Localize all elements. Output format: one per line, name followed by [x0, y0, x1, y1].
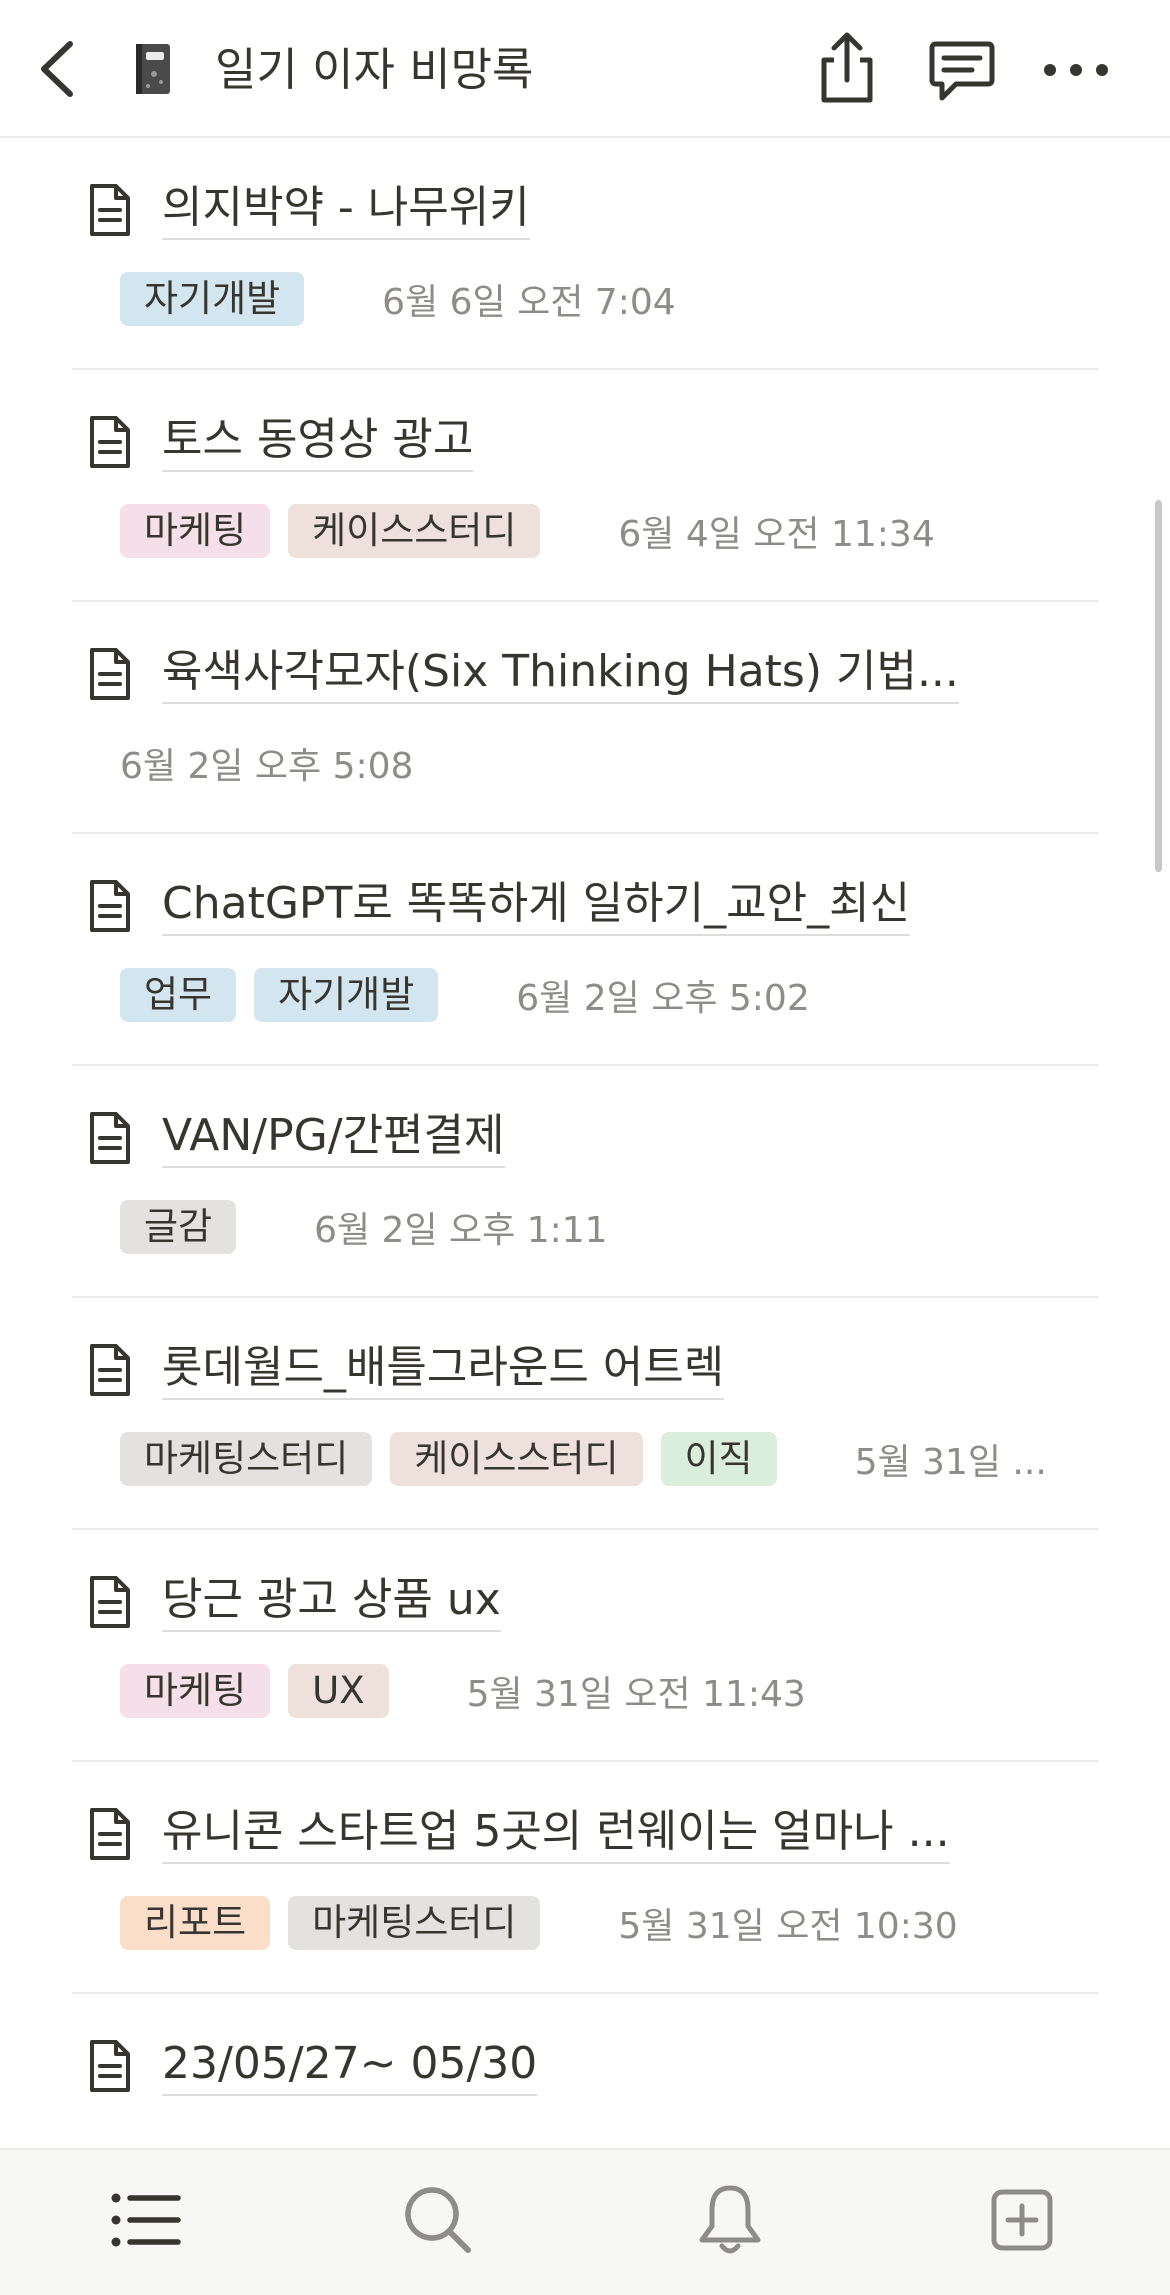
list-item[interactable]: 토스 동영상 광고마케팅 케이스스터디 6월 4일 오전 11:34 — [72, 370, 1098, 602]
document-icon — [86, 1574, 134, 1630]
list-item-title[interactable]: 당근 광고 상품 ux — [162, 1570, 501, 1632]
bottom-tab-bar — [0, 2148, 1170, 2295]
document-icon — [86, 1110, 134, 1166]
list-item-title[interactable]: 의지박약 - 나무위키 — [162, 178, 530, 240]
chevron-left-icon — [41, 41, 73, 97]
tag-badge: 케이스스터디 — [390, 1432, 643, 1486]
list-item-meta: 마케팅 케이스스터디 6월 4일 오전 11:34 — [120, 504, 935, 558]
notebook-icon — [134, 42, 172, 96]
share-icon — [821, 32, 873, 103]
list-item-title[interactable]: 23/05/27~ 05/30 — [162, 2034, 538, 2096]
tag-badge: 리포트 — [120, 1896, 271, 1950]
back-button[interactable] — [30, 34, 90, 104]
tag-badge: 업무 — [120, 968, 237, 1022]
document-icon — [86, 1806, 134, 1862]
timestamp: 6월 6일 오전 7:04 — [382, 282, 676, 323]
list-item-meta: 업무 자기개발 6월 2일 오후 5:02 — [120, 968, 810, 1022]
document-icon — [86, 2038, 134, 2094]
tag-badge: 자기개발 — [120, 272, 305, 326]
tag-badge: 자기개발 — [254, 968, 439, 1022]
timestamp: 6월 2일 오후 5:08 — [120, 746, 414, 787]
list-item[interactable]: VAN/PG/간편결제글감 6월 2일 오후 1:11 — [72, 1066, 1098, 1298]
more-button[interactable] — [1040, 50, 1112, 90]
tab-new-page[interactable] — [982, 2180, 1062, 2260]
list-item-title[interactable]: 육색사각모자(Six Thinking Hats) 기법... — [162, 642, 959, 704]
tag-badge: 마케팅스터디 — [288, 1896, 541, 1950]
list-item[interactable]: 롯데월드_배틀그라운드 어트렉마케팅스터디 케이스스터디 이직 5월 31일 ... — [72, 1298, 1098, 1530]
tag-badge: 케이스스터디 — [288, 504, 541, 558]
comment-button[interactable] — [926, 36, 998, 108]
timestamp: 6월 2일 오후 5:02 — [516, 978, 810, 1019]
page-title: 일기 이자 비망록 — [215, 43, 534, 96]
top-bar: 일기 이자 비망록 — [0, 0, 1170, 138]
list-item[interactable]: ChatGPT로 똑똑하게 일하기_교안_최신업무 자기개발 6월 2일 오후 5:… — [72, 834, 1098, 1066]
tag-badge: 마케팅 — [120, 504, 271, 558]
share-button[interactable] — [812, 30, 882, 108]
tag-badge: UX — [288, 1664, 389, 1718]
document-icon — [86, 646, 134, 702]
document-icon — [86, 182, 134, 238]
bell-icon — [699, 2185, 761, 2254]
tab-search[interactable] — [398, 2180, 478, 2260]
list-item-meta: 마케팅 UX 5월 31일 오전 11:43 — [120, 1664, 806, 1718]
more-icon — [1044, 64, 1108, 76]
tag-badge: 글감 — [120, 1200, 237, 1254]
timestamp: 5월 31일 ... — [854, 1442, 1047, 1483]
list-item-title[interactable]: 토스 동영상 광고 — [162, 410, 474, 472]
timestamp: 6월 2일 오후 1:11 — [314, 1210, 608, 1251]
tag-badge: 마케팅스터디 — [120, 1432, 373, 1486]
list-item-title[interactable]: VAN/PG/간편결제 — [162, 1106, 505, 1168]
list-item-title[interactable]: 유니콘 스타트업 5곳의 런웨이는 얼마나 ... — [162, 1802, 950, 1864]
timestamp: 5월 31일 오전 11:43 — [466, 1674, 806, 1715]
list-item[interactable]: 육색사각모자(Six Thinking Hats) 기법... 6월 2일 오후 … — [72, 602, 1098, 834]
list-item-meta: 글감 6월 2일 오후 1:11 — [120, 1200, 608, 1254]
document-icon — [86, 1342, 134, 1398]
comment-icon — [929, 41, 995, 101]
page-list: 의지박약 - 나무위키자기개발 6월 6일 오전 7:04 토스 동영상 광고마케팅… — [0, 138, 1170, 2226]
list-item[interactable]: 당근 광고 상품 ux 마케팅 UX 5월 31일 오전 11:43 — [72, 1530, 1098, 1762]
document-icon — [86, 414, 134, 470]
tag-badge: 이직 — [660, 1432, 777, 1486]
timestamp: 5월 31일 오전 10:30 — [618, 1906, 958, 1947]
list-item-meta: 6월 2일 오후 5:08 — [120, 736, 413, 790]
list-item[interactable]: 유니콘 스타트업 5곳의 런웨이는 얼마나 ... 리포트 마케팅스터디 5월 31일… — [72, 1762, 1098, 1994]
tag-badge: 마케팅 — [120, 1664, 271, 1718]
list-item-title[interactable]: ChatGPT로 똑똑하게 일하기_교안_최신 — [162, 874, 911, 936]
list-item-meta: 마케팅스터디 케이스스터디 이직 5월 31일 ... — [120, 1432, 1047, 1486]
document-icon — [86, 878, 134, 934]
timestamp: 6월 4일 오전 11:34 — [618, 514, 935, 555]
scrollbar[interactable] — [1155, 500, 1162, 872]
search-icon — [405, 2187, 471, 2253]
tab-home[interactable] — [106, 2180, 186, 2260]
list-item-meta: 리포트 마케팅스터디 5월 31일 오전 10:30 — [120, 1896, 958, 1950]
list-icon — [111, 2193, 181, 2247]
tab-notifications[interactable] — [690, 2180, 770, 2260]
plus-square-icon — [991, 2189, 1053, 2251]
list-item-meta: 자기개발 6월 6일 오전 7:04 — [120, 272, 676, 326]
list-item[interactable]: 의지박약 - 나무위키자기개발 6월 6일 오전 7:04 — [72, 138, 1098, 370]
list-item-title[interactable]: 롯데월드_배틀그라운드 어트렉 — [162, 1338, 725, 1400]
